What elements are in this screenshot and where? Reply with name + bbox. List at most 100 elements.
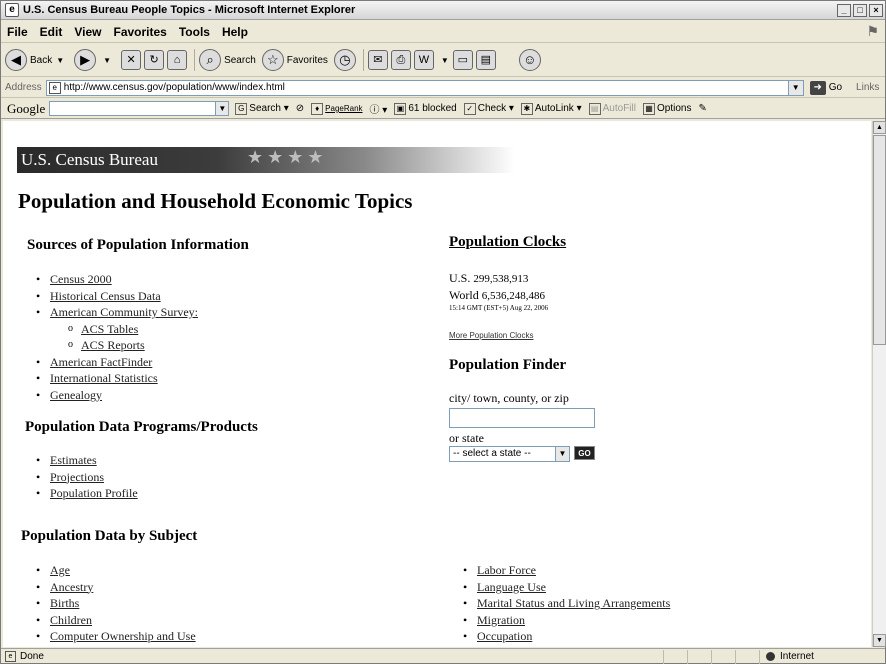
options-label: Options [656, 103, 692, 114]
pagerank-label: PageRank [325, 104, 363, 113]
list-item[interactable]: American Community Survey: [35, 304, 198, 321]
edit-word-icon[interactable]: W [413, 50, 434, 70]
highlight-pen-icon[interactable]: ✎ [698, 103, 706, 114]
list-item[interactable]: International Statistics [35, 370, 198, 387]
google-g-icon: G [235, 102, 248, 115]
page-content: U.S. Census Bureau ★★★★ Population and H… [3, 121, 871, 647]
search-button[interactable]: ⌕ Search [199, 49, 256, 71]
more-clocks-link[interactable]: More Population Clocks [449, 331, 533, 340]
ie-icon: e [5, 3, 19, 17]
subject-list-left: Age Ancestry Births Children Computer Ow… [35, 562, 196, 645]
clock-timestamp: 15:14 GMT (EST+5) Aug 22, 2006 [449, 304, 549, 312]
menu-tools[interactable]: Tools [173, 25, 216, 39]
list-item[interactable]: Births [35, 595, 196, 612]
refresh-icon[interactable]: ↻ [144, 50, 165, 70]
autolink-icon: ✱ [520, 102, 533, 115]
autofill-icon: ▤ [588, 102, 601, 115]
close-button[interactable]: × [869, 3, 883, 17]
maximize-button[interactable]: □ [853, 3, 867, 17]
menu-view[interactable]: View [68, 25, 107, 39]
city-input[interactable] [449, 408, 595, 428]
list-item[interactable]: ACS Reports [35, 337, 198, 354]
stop-icon[interactable]: ✕ [121, 50, 142, 70]
scroll-up-icon[interactable]: ▲ [873, 121, 886, 134]
forward-dropdown-icon[interactable]: ▼ [103, 56, 111, 65]
list-item[interactable]: Estimates [35, 452, 138, 469]
list-item[interactable]: Marital Status and Living Arrangements [462, 595, 670, 612]
mail-icon[interactable]: ✉ [367, 50, 388, 70]
menu-edit[interactable]: Edit [34, 25, 69, 39]
popup-blocker[interactable]: ▣ 61 blocked [394, 102, 457, 115]
go-arrow-icon: ➜ [809, 80, 826, 95]
discuss-icon[interactable]: ▭ [452, 50, 473, 70]
address-input[interactable]: e http://www.census.gov/population/www/i… [45, 79, 804, 96]
status-cell [735, 649, 759, 664]
google-logo[interactable]: Google [7, 101, 45, 117]
popup-blocker-icon: ▣ [394, 102, 407, 115]
research-icon[interactable]: ▤ [475, 50, 496, 70]
list-item[interactable]: Population Profile [35, 485, 138, 502]
forward-button[interactable]: ▶ ▼ [74, 49, 115, 71]
favorites-button[interactable]: ☆ Favorites [261, 49, 328, 71]
google-search-button[interactable]: G Search ▾ [235, 102, 289, 115]
minimize-button[interactable]: _ [837, 3, 851, 17]
list-item[interactable]: Computer Ownership and Use [35, 628, 196, 645]
spellcheck-button[interactable]: ✓ Check ▾ [463, 102, 514, 115]
sources-list: Census 2000 Historical Census Data Ameri… [35, 271, 198, 403]
state-dropdown-icon[interactable]: ▼ [555, 447, 569, 461]
back-dropdown-icon[interactable]: ▼ [56, 56, 64, 65]
print-icon[interactable]: ⎙ [390, 50, 411, 70]
address-dropdown-icon[interactable]: ▼ [787, 80, 803, 95]
vertical-scrollbar[interactable]: ▲ ▼ [872, 121, 886, 647]
back-button[interactable]: ◀ Back ▼ [5, 49, 68, 71]
scroll-down-icon[interactable]: ▼ [873, 634, 886, 647]
page-title: Population and Household Economic Topics [18, 189, 413, 213]
browser-window: e U.S. Census Bureau People Topics - Mic… [0, 0, 886, 664]
autofill-button[interactable]: ▤ AutoFill [588, 102, 636, 115]
google-search-input[interactable]: ▼ [49, 101, 230, 116]
census-banner[interactable]: U.S. Census Bureau ★★★★ [17, 147, 515, 173]
list-item[interactable]: ACS Tables [35, 321, 198, 338]
state-select[interactable]: -- select a state -- ▼ [449, 446, 570, 462]
list-item[interactable]: Census 2000 [35, 271, 198, 288]
menu-help[interactable]: Help [216, 25, 254, 39]
favorites-label: Favorites [286, 54, 328, 66]
options-button[interactable]: ▦ Options [642, 102, 692, 115]
pagerank-meter: ♦ PageRank [311, 102, 363, 115]
menu-favorites[interactable]: Favorites [107, 25, 172, 39]
state-label: or state [449, 431, 484, 445]
population-clocks-link[interactable]: Population Clocks [449, 234, 566, 251]
list-item[interactable]: Projections [35, 469, 138, 486]
list-item[interactable]: Ancestry [35, 579, 196, 596]
toolbar-separator [194, 49, 196, 71]
edit-dropdown-icon[interactable]: ▼ [441, 56, 449, 65]
list-item[interactable]: Historical Census Data [35, 288, 198, 305]
autolink-button[interactable]: ✱ AutoLink ▾ [520, 102, 582, 115]
links-button[interactable]: Links [856, 82, 879, 93]
history-icon[interactable]: ◷ [333, 49, 356, 71]
page-icon: e [48, 81, 61, 94]
list-item[interactable]: Occupation [462, 628, 670, 645]
menu-file[interactable]: File [1, 25, 34, 39]
list-item[interactable]: Language Use [462, 579, 670, 596]
list-item[interactable]: Labor Force [462, 562, 670, 579]
world-population: 6,536,248,486 [481, 290, 545, 302]
list-item[interactable]: American FactFinder [35, 354, 198, 371]
finder-go-button[interactable]: GO [574, 446, 595, 460]
list-item[interactable]: Children [35, 612, 196, 629]
info-button[interactable]: ⓘ ▾ [370, 101, 388, 116]
security-zone: Internet [759, 649, 885, 664]
messenger-icon[interactable]: ☺ [518, 49, 541, 71]
search-site-icon[interactable]: ⊘ [296, 103, 304, 114]
population-finder-heading: Population Finder [449, 357, 567, 373]
list-item[interactable]: Migration [462, 612, 670, 629]
list-item[interactable]: Genealogy [35, 387, 198, 404]
scroll-thumb[interactable] [873, 135, 886, 345]
status-bar: e Done Internet [1, 648, 885, 664]
toolbar-separator [362, 49, 364, 71]
home-icon[interactable]: ⌂ [167, 50, 188, 70]
google-dropdown-icon[interactable]: ▼ [215, 102, 229, 115]
list-item[interactable]: Age [35, 562, 196, 579]
go-button[interactable]: ➜ Go [809, 80, 842, 95]
pagerank-icon: ♦ [311, 102, 324, 115]
